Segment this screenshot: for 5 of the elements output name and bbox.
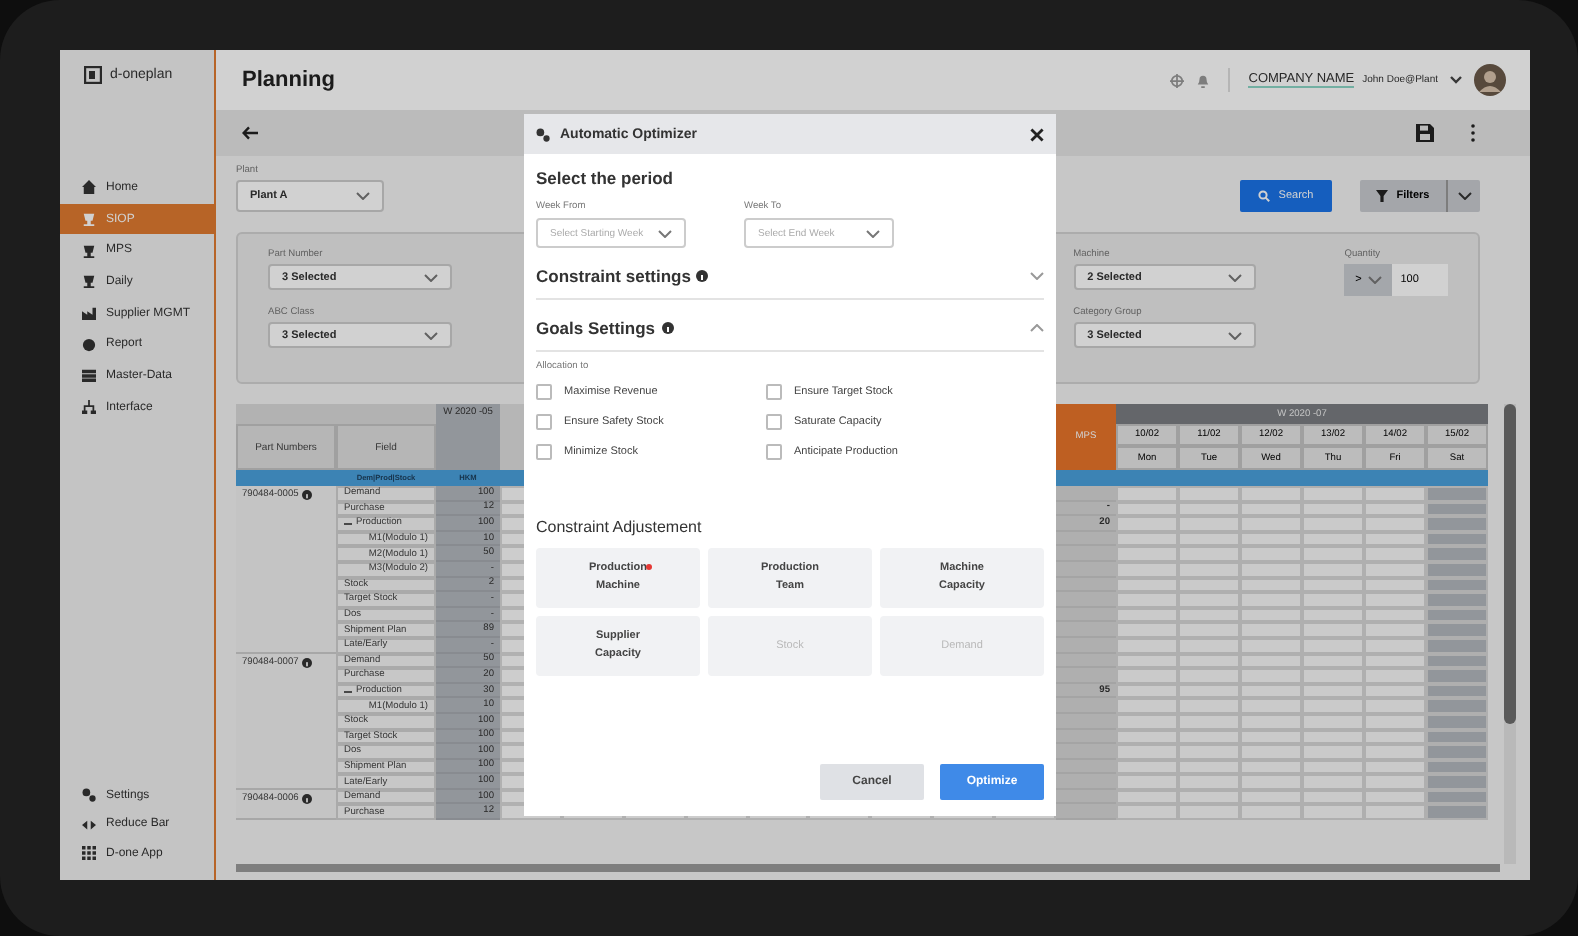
section-title: Select the period [536, 168, 675, 188]
section-title: Goals Settings [536, 317, 656, 337]
page-title: Planning [242, 68, 335, 92]
section-title: Constraint settings [536, 265, 691, 285]
section-title: Constraint Adjustement [536, 518, 704, 536]
